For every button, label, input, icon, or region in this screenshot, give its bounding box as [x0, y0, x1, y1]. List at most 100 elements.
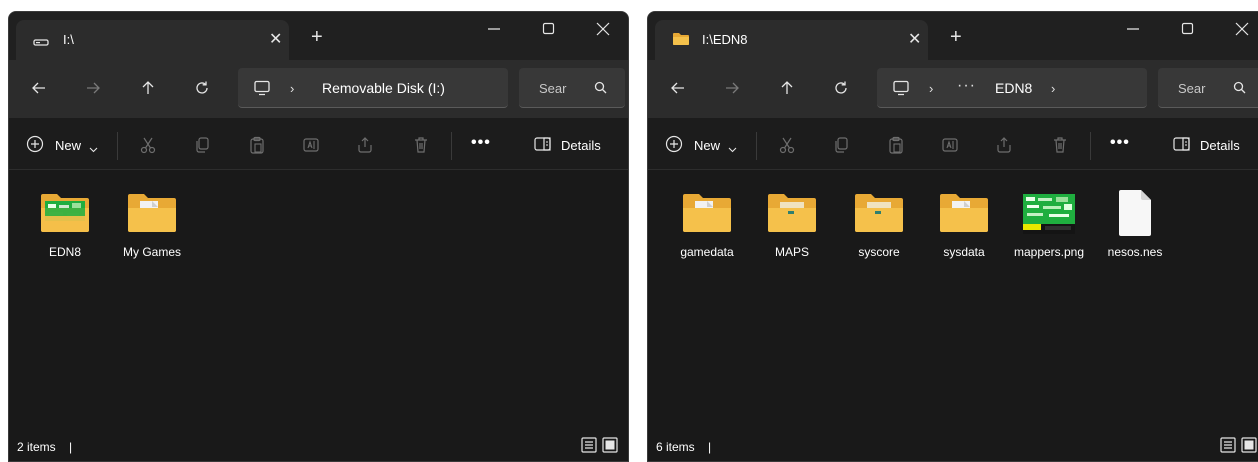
- divider: [117, 132, 118, 160]
- tab-title: I:\EDN8: [702, 32, 748, 47]
- monitor-icon: [253, 80, 271, 101]
- up-arrow-icon[interactable]: [140, 80, 156, 101]
- new-plus-icon[interactable]: [665, 135, 683, 158]
- maximize-button[interactable]: [1181, 22, 1195, 41]
- item-label: mappers.png: [1013, 245, 1085, 259]
- large-icons-view-icon[interactable]: [602, 437, 618, 458]
- share-icon[interactable]: [995, 136, 1013, 159]
- details-view-icon[interactable]: [581, 437, 597, 458]
- copy-icon[interactable]: [832, 136, 850, 159]
- refresh-icon[interactable]: [194, 80, 210, 101]
- large-icons-view-icon[interactable]: [1241, 437, 1257, 458]
- item-label: EDN8: [48, 245, 81, 259]
- title-bar: I:\ ✕ +: [9, 12, 628, 60]
- close-window-button[interactable]: [596, 22, 610, 41]
- chevron-down-icon[interactable]: [89, 140, 98, 158]
- breadcrumb-chevron-icon[interactable]: ›: [1051, 81, 1055, 96]
- item-label: nesos.nes: [1107, 245, 1163, 259]
- image-thumbnail-icon: [1009, 186, 1089, 242]
- monitor-icon: [892, 80, 910, 101]
- folder-item-my-games[interactable]: My Games: [112, 186, 192, 260]
- new-button[interactable]: New: [694, 138, 720, 153]
- breadcrumb-chevron-icon[interactable]: ›: [929, 81, 933, 96]
- details-pane-icon[interactable]: [1173, 137, 1190, 156]
- divider: [1090, 132, 1091, 160]
- forward-arrow-icon[interactable]: [85, 80, 101, 101]
- minimize-button[interactable]: [487, 22, 501, 41]
- folder-icon: [672, 32, 690, 51]
- file-item-nesos-nes[interactable]: nesos.nes: [1095, 186, 1175, 260]
- folder-icon: [667, 186, 747, 242]
- address-bar[interactable]: › ··· EDN8 ›: [877, 68, 1147, 108]
- folder-icon: [112, 186, 192, 242]
- file-list[interactable]: gamedata MAPS syscore sysdata mappers.pn…: [648, 171, 1258, 431]
- rename-icon[interactable]: [302, 136, 320, 159]
- folder-thumbnail-icon: [25, 186, 105, 242]
- refresh-icon[interactable]: [833, 80, 849, 101]
- forward-arrow-icon[interactable]: [724, 80, 740, 101]
- folder-item-edn8[interactable]: EDN8: [25, 186, 105, 260]
- drive-icon: [33, 34, 49, 52]
- details-button[interactable]: Details: [561, 138, 601, 153]
- up-arrow-icon[interactable]: [779, 80, 795, 101]
- status-bar: 6 items |: [648, 431, 1258, 461]
- blank-file-icon: [1095, 186, 1175, 242]
- folder-icon: [924, 186, 1004, 242]
- minimize-button[interactable]: [1126, 22, 1140, 41]
- tab-close-icon[interactable]: ✕: [269, 29, 282, 49]
- search-input[interactable]: Sear: [539, 81, 566, 96]
- folder-item-gamedata[interactable]: gamedata: [667, 186, 747, 260]
- paste-icon[interactable]: [248, 136, 266, 159]
- folder-item-sysdata[interactable]: sysdata: [924, 186, 1004, 260]
- new-plus-icon[interactable]: [26, 135, 44, 158]
- folder-icon: [839, 186, 919, 242]
- maximize-button[interactable]: [542, 22, 556, 41]
- paste-icon[interactable]: [887, 136, 905, 159]
- breadcrumb-overflow-button[interactable]: ···: [957, 77, 976, 95]
- cut-icon[interactable]: [778, 136, 796, 159]
- status-divider: |: [708, 440, 712, 454]
- item-count: 6 items: [656, 440, 695, 454]
- new-tab-button[interactable]: +: [311, 27, 323, 47]
- rename-icon[interactable]: [941, 136, 959, 159]
- back-arrow-icon[interactable]: [31, 80, 47, 101]
- delete-icon[interactable]: [412, 136, 430, 159]
- back-arrow-icon[interactable]: [670, 80, 686, 101]
- address-bar[interactable]: › Removable Disk (I:): [238, 68, 508, 108]
- new-tab-button[interactable]: +: [950, 27, 962, 47]
- cut-icon[interactable]: [139, 136, 157, 159]
- breadcrumb-item[interactable]: Removable Disk (I:): [322, 80, 445, 96]
- details-view-icon[interactable]: [1220, 437, 1236, 458]
- folder-item-syscore[interactable]: syscore: [839, 186, 919, 260]
- more-options-button[interactable]: •••: [1110, 134, 1130, 152]
- share-icon[interactable]: [356, 136, 374, 159]
- close-window-button[interactable]: [1235, 22, 1249, 41]
- item-label: gamedata: [680, 245, 734, 259]
- file-list[interactable]: EDN8 My Games: [9, 171, 628, 431]
- search-input[interactable]: Sear: [1178, 81, 1205, 96]
- more-options-button[interactable]: •••: [471, 134, 491, 152]
- breadcrumb-item[interactable]: EDN8: [995, 80, 1032, 96]
- title-bar: I:\EDN8 ✕ +: [648, 12, 1258, 60]
- details-button[interactable]: Details: [1200, 138, 1240, 153]
- details-pane-icon[interactable]: [534, 137, 551, 156]
- tab-close-icon[interactable]: ✕: [908, 29, 921, 49]
- breadcrumb-chevron-icon[interactable]: ›: [290, 81, 294, 96]
- tab-active[interactable]: I:\ ✕: [16, 20, 289, 60]
- divider: [756, 132, 757, 160]
- delete-icon[interactable]: [1051, 136, 1069, 159]
- copy-icon[interactable]: [193, 136, 211, 159]
- search-box[interactable]: Sear: [1158, 68, 1258, 108]
- tab-active[interactable]: I:\EDN8 ✕: [655, 20, 928, 60]
- file-item-mappers-png[interactable]: mappers.png: [1009, 186, 1089, 260]
- new-button[interactable]: New: [55, 138, 81, 153]
- folder-item-maps[interactable]: MAPS: [752, 186, 832, 260]
- chevron-down-icon[interactable]: [728, 140, 737, 158]
- explorer-window-2: I:\EDN8 ✕ + › ··· EDN8 › Sear New ••• De…: [647, 11, 1258, 462]
- item-count: 2 items: [17, 440, 56, 454]
- search-icon: [1233, 81, 1246, 99]
- search-box[interactable]: Sear: [519, 68, 625, 108]
- item-label: MAPS: [774, 245, 809, 259]
- command-bar: New ••• Details: [648, 118, 1258, 170]
- navigation-bar: › Removable Disk (I:) Sear: [9, 60, 628, 118]
